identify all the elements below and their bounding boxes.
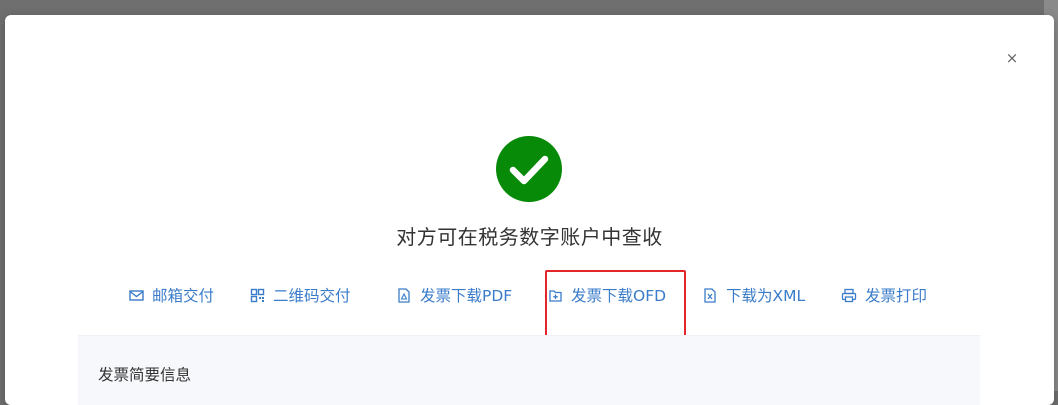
- pdf-file-icon: [396, 287, 412, 303]
- printer-icon: [841, 287, 857, 303]
- email-delivery-label: 邮箱交付: [152, 287, 215, 305]
- success-message: 对方可在税务数字账户中查收: [396, 225, 663, 249]
- download-ofd-label: 发票下载OFD: [571, 287, 667, 305]
- email-delivery-button[interactable]: 邮箱交付: [128, 283, 214, 307]
- print-invoice-label: 发票打印: [865, 287, 928, 305]
- xml-file-icon: [702, 287, 718, 303]
- close-button[interactable]: ×: [1001, 47, 1023, 69]
- download-xml-button[interactable]: 下载为XML: [702, 283, 805, 307]
- ofd-file-icon: [547, 287, 563, 303]
- mail-icon: [128, 287, 144, 303]
- print-invoice-button[interactable]: 发票打印: [841, 283, 927, 307]
- success-check-icon: [496, 136, 562, 202]
- download-ofd-button[interactable]: 发票下载OFD: [547, 283, 666, 307]
- qr-code-delivery-label: 二维码交付: [273, 287, 351, 305]
- invoice-summary-title: 发票简要信息: [98, 366, 192, 384]
- download-pdf-button[interactable]: 发票下载PDF: [396, 283, 512, 307]
- download-xml-label: 下载为XML: [726, 287, 806, 305]
- invoice-summary-panel: 发票简要信息: [78, 335, 980, 405]
- qr-code-delivery-button[interactable]: 二维码交付: [249, 283, 351, 307]
- download-pdf-label: 发票下载PDF: [420, 287, 513, 305]
- close-icon: ×: [1005, 49, 1019, 67]
- qr-code-icon: [249, 287, 265, 303]
- invoice-delivery-modal: × 对方可在税务数字账户中查收 邮箱交付 二维码交付 发票下载PDF 发票下载O…: [5, 15, 1054, 405]
